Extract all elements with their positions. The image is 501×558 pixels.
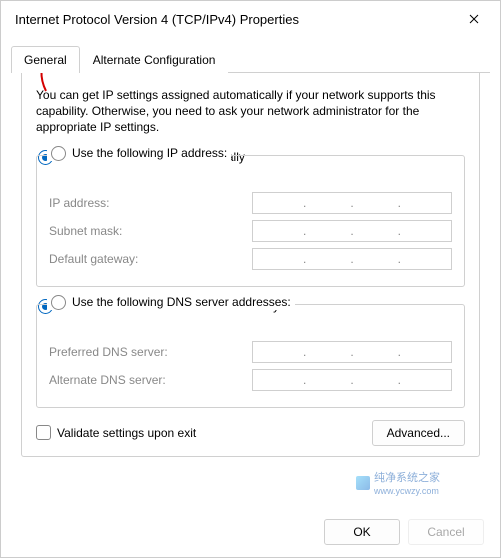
tab-general[interactable]: General	[11, 46, 80, 73]
radio-icon	[51, 146, 66, 161]
watermark-url: www.ycwzy.com	[374, 486, 439, 496]
preferred-dns-input[interactable]: ...	[252, 341, 452, 363]
radio-use-following-dns[interactable]: Use the following DNS server addresses:	[47, 295, 295, 310]
tab-strip: General Alternate Configuration You can …	[11, 45, 490, 457]
watermark-text: 纯净系统之家	[374, 472, 440, 484]
alternate-dns-label: Alternate DNS server:	[49, 373, 166, 387]
cancel-button[interactable]: Cancel	[408, 519, 484, 545]
default-gateway-input[interactable]: ...	[252, 248, 452, 270]
tab-alternate-configuration[interactable]: Alternate Configuration	[80, 46, 229, 73]
watermark-icon	[356, 476, 370, 490]
dialog-footer: OK Cancel	[324, 519, 484, 545]
radio-icon	[51, 295, 66, 310]
tab-content: You can get IP settings assigned automat…	[21, 73, 480, 457]
ip-address-input[interactable]: ...	[252, 192, 452, 214]
subnet-mask-label: Subnet mask:	[49, 224, 122, 238]
dns-server-group: Use the following DNS server addresses: …	[36, 304, 465, 408]
alternate-dns-input[interactable]: ...	[252, 369, 452, 391]
watermark: 纯净系统之家 www.ycwzy.com	[356, 469, 440, 497]
ip-address-group: Use the following IP address: IP address…	[36, 155, 465, 287]
ip-address-label: IP address:	[49, 196, 109, 210]
checkbox-validate-on-exit[interactable]: Validate settings upon exit	[36, 425, 196, 440]
radio-use-following-ip[interactable]: Use the following IP address:	[47, 146, 231, 161]
default-gateway-label: Default gateway:	[49, 252, 138, 266]
description-text: You can get IP settings assigned automat…	[36, 87, 465, 136]
title-bar: Internet Protocol Version 4 (TCP/IPv4) P…	[1, 1, 500, 37]
radio-label: Use the following IP address:	[72, 146, 227, 160]
subnet-mask-input[interactable]: ...	[252, 220, 452, 242]
ok-button[interactable]: OK	[324, 519, 400, 545]
close-button[interactable]	[452, 4, 496, 34]
close-icon	[469, 14, 479, 24]
preferred-dns-label: Preferred DNS server:	[49, 345, 168, 359]
properties-dialog: Internet Protocol Version 4 (TCP/IPv4) P…	[0, 0, 501, 558]
advanced-button[interactable]: Advanced...	[372, 420, 465, 446]
radio-label: Use the following DNS server addresses:	[72, 295, 291, 309]
checkbox-icon	[36, 425, 51, 440]
window-title: Internet Protocol Version 4 (TCP/IPv4) P…	[15, 12, 299, 27]
checkbox-label: Validate settings upon exit	[57, 426, 196, 440]
